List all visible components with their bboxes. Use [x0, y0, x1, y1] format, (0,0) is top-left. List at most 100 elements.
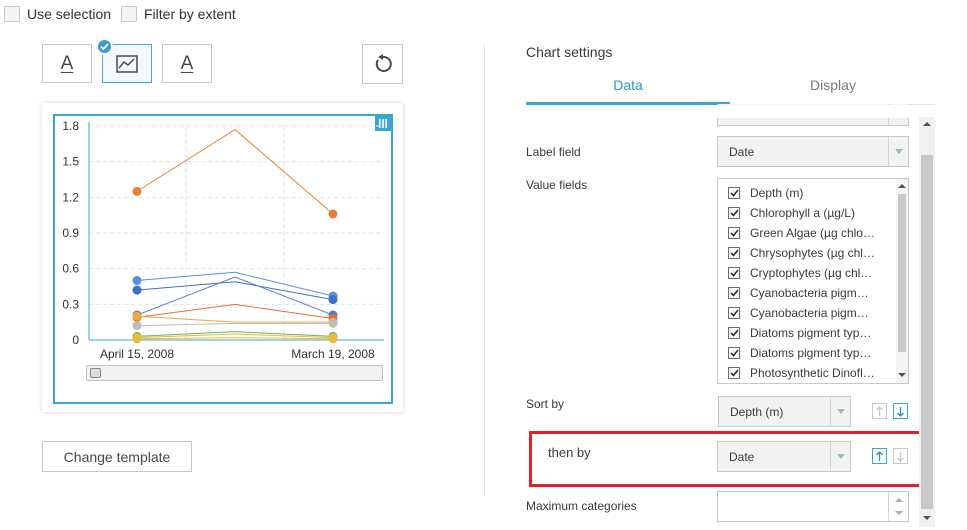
- value-field-label: Photosynthetic Dinofl…: [750, 366, 875, 380]
- scroll-down-icon[interactable]: [898, 373, 906, 377]
- data-point: [132, 276, 142, 286]
- y-tick-label: 0.6: [62, 262, 79, 276]
- value-fields-scrollbar[interactable]: [896, 179, 908, 383]
- dropdown-zone: [888, 137, 908, 166]
- data-point: [132, 311, 142, 321]
- label-field-select[interactable]: Date: [717, 136, 909, 167]
- data-point: [132, 321, 142, 331]
- series-line: [136, 303, 334, 320]
- then-by-ascending-button[interactable]: [872, 448, 887, 464]
- sort-descending-button[interactable]: [893, 403, 908, 419]
- x-tick-label: March 19, 2008: [291, 347, 375, 361]
- then-by-select[interactable]: Date: [717, 441, 851, 472]
- tab-display[interactable]: Display: [731, 77, 935, 93]
- checkbox-checked-icon[interactable]: [728, 307, 740, 319]
- max-categories-input[interactable]: [717, 491, 909, 522]
- arrow-down-icon: [897, 406, 904, 417]
- value-field-item[interactable]: Green Algae (µg chlo…: [728, 226, 875, 240]
- change-template-label: Change template: [63, 448, 171, 465]
- y-tick-label: 1.5: [62, 155, 79, 169]
- value-field-item[interactable]: Cyanobacteria pigm…: [728, 286, 869, 300]
- value-field-item[interactable]: Diatoms pigment typ…: [728, 346, 871, 360]
- scroll-down-icon[interactable]: [923, 516, 931, 520]
- settings-scroll-thumb[interactable]: [921, 155, 933, 509]
- value-field-item[interactable]: Chrysophytes (µg chl…: [728, 246, 875, 260]
- scroll-clip: [526, 105, 916, 118]
- sort-ascending-button[interactable]: [872, 403, 887, 419]
- then-by-label: then by: [548, 445, 591, 460]
- checkbox-checked-icon[interactable]: [728, 287, 740, 299]
- checkbox-checked-icon[interactable]: [728, 367, 740, 379]
- scroll-up-icon[interactable]: [898, 184, 906, 188]
- value-field-item[interactable]: Depth (m): [728, 186, 803, 200]
- data-point: [328, 318, 338, 328]
- checkbox-checked-icon[interactable]: [728, 187, 740, 199]
- settings-scrollbar[interactable]: [919, 117, 935, 527]
- data-point: [132, 186, 142, 196]
- series-line: [136, 128, 334, 215]
- value-fields-list[interactable]: Depth (m) Chlorophyll a (µg/L) Green Algae…: [717, 178, 909, 384]
- value-field-item[interactable]: Diatoms pigment typ…: [728, 326, 871, 340]
- y-tick-label: 0.9: [62, 226, 79, 240]
- y-tick-label: 1.8: [62, 119, 79, 133]
- then-by-descending-button[interactable]: [893, 448, 908, 464]
- checkbox-checked-icon[interactable]: [728, 327, 740, 339]
- value-field-item[interactable]: Photosynthetic Dinofl…: [728, 366, 875, 380]
- panel-divider: [484, 44, 485, 496]
- value-field-label: Depth (m): [750, 186, 804, 200]
- y-tick-label: 0.3: [62, 297, 79, 311]
- max-categories-label: Maximum categories: [526, 499, 637, 513]
- chevron-down-icon: [836, 454, 845, 459]
- chevron-down-icon: [894, 149, 903, 154]
- value-field-label: Diatoms pigment typ…: [750, 346, 872, 360]
- chevron-down-icon: [836, 409, 845, 414]
- max-categories-spinner[interactable]: [888, 492, 908, 521]
- series-line: [136, 276, 334, 316]
- then-by-value: Date: [729, 449, 755, 464]
- dropdown-zone: [830, 397, 850, 426]
- x-tick-label: April 15, 2008: [100, 347, 174, 361]
- value-field-label: Cryptophytes (µg chl…: [750, 266, 873, 280]
- scroll-up-icon[interactable]: [923, 122, 931, 126]
- checkbox-checked-icon[interactable]: [728, 207, 740, 219]
- label-field-value: Date: [729, 144, 755, 159]
- sort-by-select[interactable]: Depth (m): [718, 396, 851, 427]
- series-line: [136, 315, 333, 323]
- spin-down-icon[interactable]: [895, 511, 903, 515]
- series-line: [136, 337, 334, 340]
- value-field-item[interactable]: Cyanobacteria pigm…: [728, 306, 869, 320]
- value-fields-scroll-thumb[interactable]: [898, 194, 906, 352]
- arrow-up-icon: [876, 405, 883, 416]
- tab-data[interactable]: Data: [526, 77, 730, 93]
- checkbox-checked-icon[interactable]: [728, 247, 740, 259]
- value-field-label: Chlorophyll a (µg/L): [750, 206, 855, 220]
- range-handle[interactable]: [90, 368, 101, 378]
- value-field-label: Chrysophytes (µg chl…: [750, 246, 875, 260]
- data-point: [328, 334, 338, 344]
- checkbox-checked-icon[interactable]: [728, 267, 740, 279]
- data-point: [132, 334, 142, 344]
- arrow-up-icon: [876, 450, 883, 461]
- y-tick-label: 1.2: [62, 190, 79, 204]
- change-template-button[interactable]: Change template: [42, 441, 192, 472]
- value-fields-label: Value fields: [526, 178, 588, 192]
- dropdown-zone: [830, 442, 850, 471]
- sort-by-label: Sort by: [526, 397, 565, 411]
- value-field-label: Cyanobacteria pigm…: [750, 306, 869, 320]
- sort-by-value: Depth (m): [730, 404, 784, 419]
- chart-settings-title: Chart settings: [526, 44, 613, 60]
- data-point: [132, 285, 142, 295]
- checkbox-checked-icon[interactable]: [728, 347, 740, 359]
- value-field-label: Diatoms pigment typ…: [750, 326, 872, 340]
- value-field-item[interactable]: Chlorophyll a (µg/L): [728, 206, 855, 220]
- chart-range-scrollbar[interactable]: [86, 365, 383, 381]
- value-field-item[interactable]: Cryptophytes (µg chl…: [728, 266, 872, 280]
- series-line: [136, 271, 334, 297]
- spin-up-icon[interactable]: [895, 498, 903, 502]
- y-tick-label: 0: [72, 333, 79, 347]
- series-line: [136, 322, 333, 327]
- checkbox-checked-icon[interactable]: [728, 227, 740, 239]
- data-point: [328, 295, 338, 305]
- arrow-down-icon: [897, 451, 904, 462]
- label-field-label: Label field: [526, 145, 581, 159]
